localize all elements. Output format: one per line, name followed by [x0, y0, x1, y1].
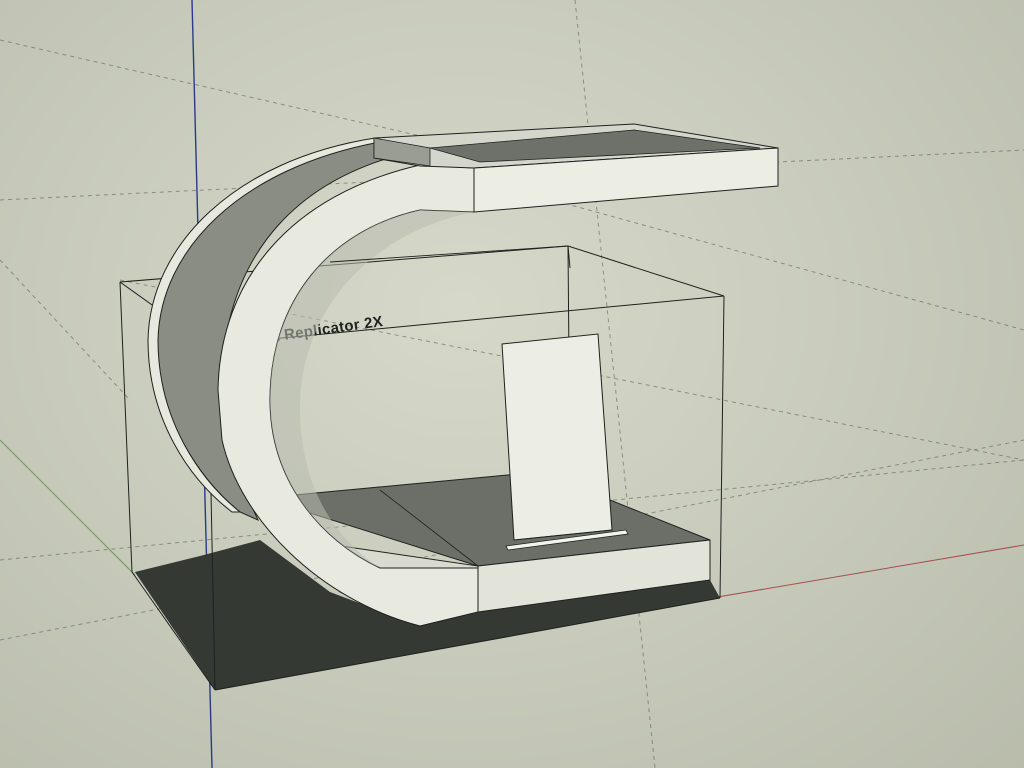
green-axis-line: [0, 439, 136, 576]
sketchup-viewport[interactable]: Makerbot Replicator 2X: [0, 0, 1024, 768]
guide-line: [0, 39, 461, 146]
guide-line: [0, 259, 131, 401]
vertical-panel[interactable]: [501, 333, 629, 551]
build-volume-edge: [119, 281, 133, 573]
vertical-panel-face: [501, 333, 613, 541]
red-axis-line: [699, 544, 1024, 601]
build-volume-edge: [719, 295, 725, 599]
build-volume-edge: [567, 245, 725, 297]
model-scene[interactable]: Makerbot Replicator 2X: [0, 0, 1024, 768]
